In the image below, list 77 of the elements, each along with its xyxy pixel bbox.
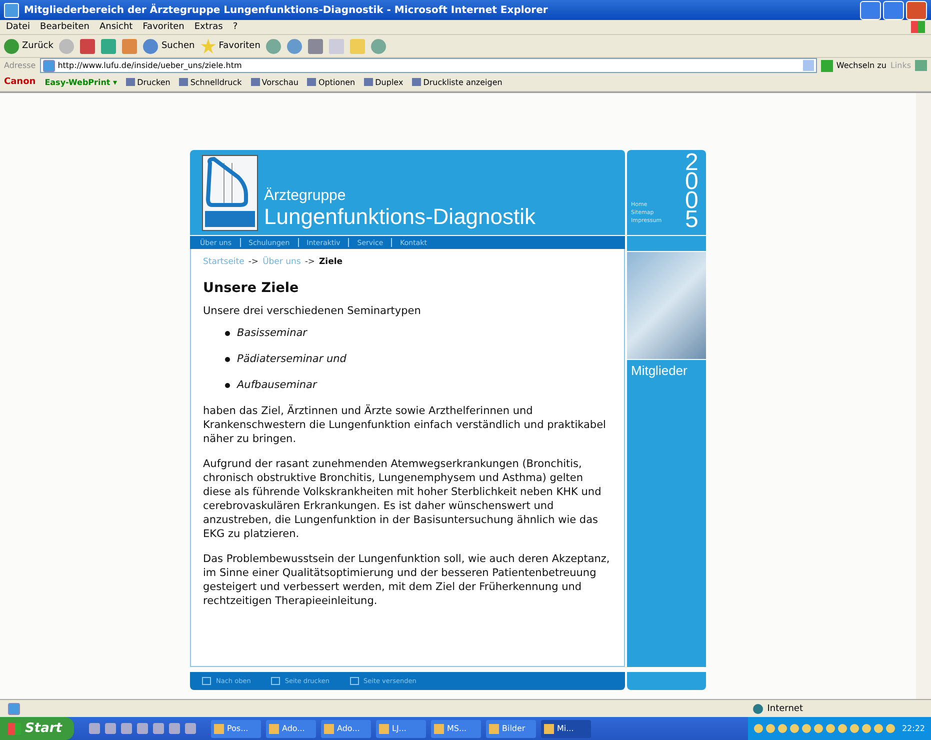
menu-item[interactable]: Datei [6, 22, 30, 32]
bullet-icon [225, 330, 230, 336]
print-toolbar-button[interactable]: Drucken [126, 78, 170, 86]
app-icon [268, 724, 279, 734]
breadcrumb-link[interactable]: Über uns [262, 255, 301, 269]
menu-item[interactable]: Bearbeiten [40, 22, 90, 32]
taskbar-button[interactable]: Bilder [486, 720, 536, 738]
app-icon [378, 724, 389, 734]
print-toolbar-button[interactable]: Optionen [307, 78, 356, 86]
quick-launch-icon[interactable] [136, 723, 148, 734]
menu-item[interactable]: ? [232, 22, 238, 32]
browser-icon [4, 2, 19, 18]
go-button[interactable]: Wechseln zu [821, 60, 886, 72]
print-toolbar-button[interactable]: Duplex [364, 78, 404, 86]
scrollbar[interactable] [916, 93, 931, 699]
quick-launch-icon[interactable] [152, 723, 164, 734]
paragraph: Aufgrund der rasant zunehmenden Atemwegserkrankungen (Bronchitis, chronisch obstruktive Bronchitis, Lungenemphysem und Asthma) gelten diese als führende Volkskrankheiten mit hoher Sterblichkeit neben KHK und cerebrovaskulären Erkrankungen. Es ist daher wünschenswert und anzustreben, die Lungenfunktion in der Basisuntersuchung ähnlich wie das EKG zu platzieren. [203, 457, 602, 541]
breadcrumb-separator: -> [248, 256, 259, 269]
brand-logo: Canon [4, 77, 36, 87]
close-button[interactable] [906, 0, 927, 20]
menu-item[interactable]: Ansicht [99, 22, 133, 32]
taskbar-button[interactable]: Ado... [266, 720, 316, 738]
breadcrumb-current: Ziele [319, 256, 343, 269]
year-label: 2005 [685, 153, 700, 229]
app-icon [544, 724, 554, 734]
quick-launch-icon[interactable] [168, 723, 180, 734]
links-label[interactable]: Links [890, 61, 911, 70]
address-label: Adresse [4, 61, 36, 70]
print-toolbar-button[interactable]: Schnelldruck [179, 78, 242, 86]
window-title: Mitgliederbereich der Ärztegruppe Lungenfunktions-Diagnostik - Microsoft Internet Explorer [24, 4, 549, 16]
breadcrumb-separator: -> [304, 256, 316, 269]
breadcrumb-link[interactable]: Startseite [203, 255, 244, 269]
menu-item[interactable]: Favoriten [142, 22, 184, 32]
site-subtitle: Ärztegruppe [264, 187, 347, 204]
site-title: Lungenfunktions-Diagnostik [264, 204, 536, 230]
app-icon [324, 724, 334, 734]
toolbar-button[interactable]: Zurück [4, 38, 54, 54]
app-icon [488, 724, 499, 734]
quick-launch-icon[interactable] [88, 723, 100, 734]
quick-launch-icon[interactable] [184, 723, 196, 734]
menu-item[interactable]: Extras [194, 22, 223, 32]
taskbar-button[interactable]: Ado... [320, 720, 371, 738]
intro-text: Unsere drei verschiedenen Seminartypen [203, 304, 422, 318]
bullet-icon [225, 356, 230, 362]
print-tool-icon [179, 78, 188, 86]
toolbar-button[interactable]: Suchen [143, 38, 195, 54]
clock: 22:22 [902, 724, 925, 733]
zone-indicator: Internet [753, 704, 803, 714]
paragraph: haben das Ziel, Ärztinnen und Ärzte sowie Arzthelferinnen und Krankenschwestern die Lungenfunktion einfach verständlich und praktikabel näher zu bringen. [203, 404, 607, 446]
members-panel[interactable]: Mitglieder [627, 360, 706, 667]
quick-launch-icon[interactable] [120, 723, 132, 734]
taskbar-button[interactable]: Mi... [540, 720, 591, 738]
print-tool-icon [250, 78, 260, 86]
print-tool-icon [412, 78, 422, 86]
taskbar-button[interactable]: MS... [430, 720, 481, 738]
app-icon [434, 724, 444, 734]
print-toolbar-button[interactable]: Vorschau [250, 78, 298, 86]
list-item-text: Pädiaterseminar und [237, 352, 346, 366]
page-heading: Unsere Ziele [203, 281, 300, 295]
address-field[interactable]: http://www.lufu.de/inside/ueber_uns/ziele.htm [40, 58, 818, 73]
print-tool-icon [307, 78, 316, 86]
paragraph: Das Problembewusstsein der Lungenfunktion soll, wie auch deren Akzeptanz, im Sinne einer Qualitätsoptimierung und der besseren Patientenbetreuung gesteigert und verbessert werden, mit dem Ziel der Früherkennung und rechtzeitigen Therapieeinleitung. [203, 552, 611, 608]
app-icon [214, 724, 224, 734]
print-tool-icon [364, 78, 374, 86]
quick-launch-icon[interactable] [104, 723, 116, 734]
print-tool-icon [126, 78, 136, 86]
plugin-menu[interactable]: Easy-WebPrint ▾ [44, 78, 118, 86]
minimize-button[interactable] [860, 0, 881, 20]
toolbar-button[interactable]: Favoriten [200, 38, 260, 54]
taskbar-button[interactable]: LJ... [376, 720, 426, 738]
list-item-text: Basisseminar [237, 326, 307, 340]
list-item-text: Aufbauseminar [237, 378, 317, 392]
bullet-icon [225, 382, 230, 388]
maximize-button[interactable] [883, 0, 904, 20]
taskbar-button[interactable]: Pos... [210, 720, 261, 738]
print-toolbar-button[interactable]: Druckliste anzeigen [412, 78, 502, 86]
start-button[interactable]: Start [0, 717, 74, 740]
